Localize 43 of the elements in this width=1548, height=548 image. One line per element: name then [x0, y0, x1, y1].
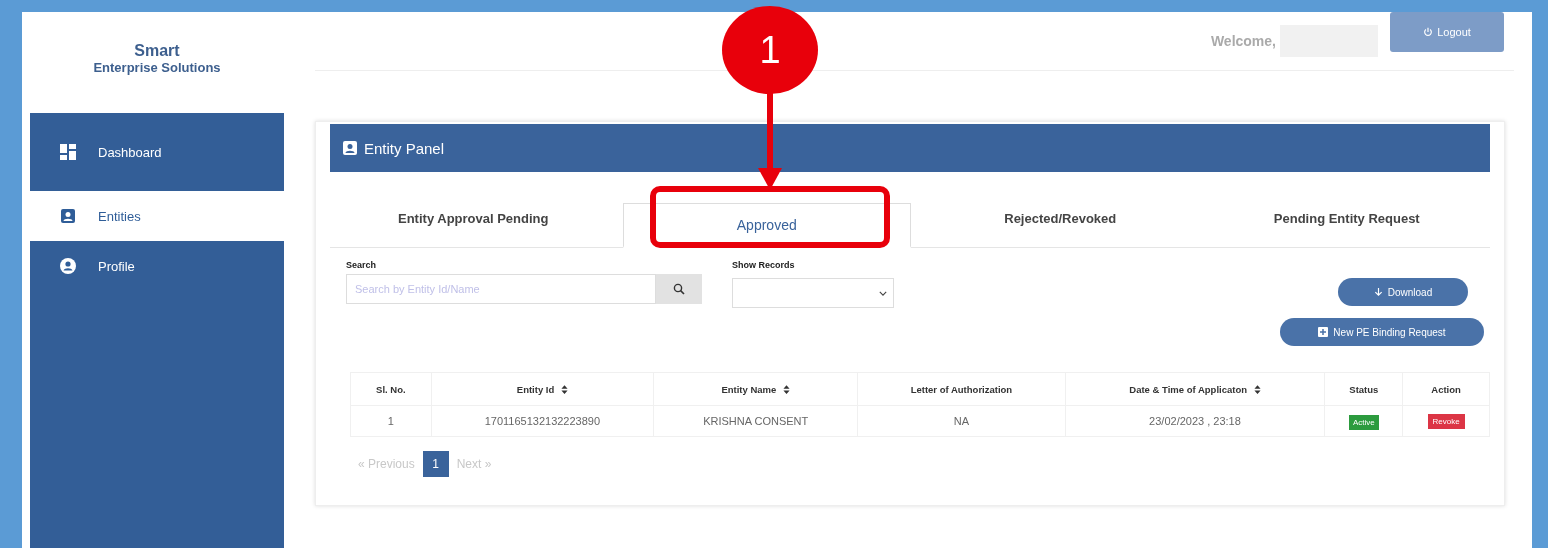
power-icon — [1423, 27, 1434, 37]
welcome-text: Welcome, — [1210, 33, 1276, 49]
table-cell: 1701165132132223890 — [431, 405, 654, 437]
sort-icon — [782, 384, 790, 394]
column-header[interactable]: Entity Name — [653, 372, 858, 406]
tab[interactable]: Rejected/Revoked — [917, 189, 1204, 247]
download-button[interactable]: Download — [1338, 278, 1468, 306]
search-field[interactable]: Search by Entity Id/Name — [346, 274, 656, 304]
column-header[interactable]: Entity Id — [431, 372, 654, 406]
chevron-icon — [879, 290, 887, 296]
download-icon — [1373, 287, 1383, 297]
table-cell: KRISHNA CONSENT — [653, 405, 858, 437]
revoke-button[interactable]: Revoke — [1427, 413, 1465, 429]
show-records-label: Show Records — [732, 260, 796, 270]
panel-title: Entity Panel — [364, 139, 445, 157]
column-header: Sl. No. — [350, 372, 432, 406]
sidebar-item[interactable]: Dashboard — [30, 113, 284, 191]
new-request-button[interactable]: New PE Binding Request — [1280, 318, 1484, 346]
column-header: Status — [1324, 372, 1403, 406]
brand-title: Smart — [134, 42, 180, 60]
sort-icon — [1253, 384, 1261, 394]
user-icon — [60, 258, 76, 274]
status-badge: Active — [1348, 415, 1379, 430]
tab[interactable]: Entity Approval Pending — [330, 189, 617, 247]
sidebar-item[interactable]: Profile — [30, 241, 284, 291]
sort-icon — [560, 384, 568, 394]
badge-icon — [342, 140, 358, 156]
table-cell: 1 — [350, 405, 432, 437]
badge-icon — [60, 208, 76, 224]
tab[interactable]: Pending Entity Request — [1203, 189, 1490, 247]
search-label: Search — [346, 260, 378, 270]
brand-subtitle: Enterprise Solutions — [93, 60, 221, 75]
column-header: Action — [1402, 372, 1490, 406]
column-header: Letter of Authorization — [857, 372, 1066, 406]
tab[interactable]: Approved — [622, 203, 911, 248]
column-header[interactable]: Date & Time of Applicaton — [1065, 372, 1325, 406]
dashboard-icon — [60, 144, 76, 160]
search-button[interactable] — [656, 274, 702, 304]
plus-icon — [1318, 327, 1329, 337]
table-cell: NA — [857, 405, 1066, 437]
search-icon — [673, 283, 685, 295]
table-cell: 23/02/2023 , 23:18 — [1065, 405, 1325, 437]
page-number[interactable]: 1 — [422, 451, 449, 477]
